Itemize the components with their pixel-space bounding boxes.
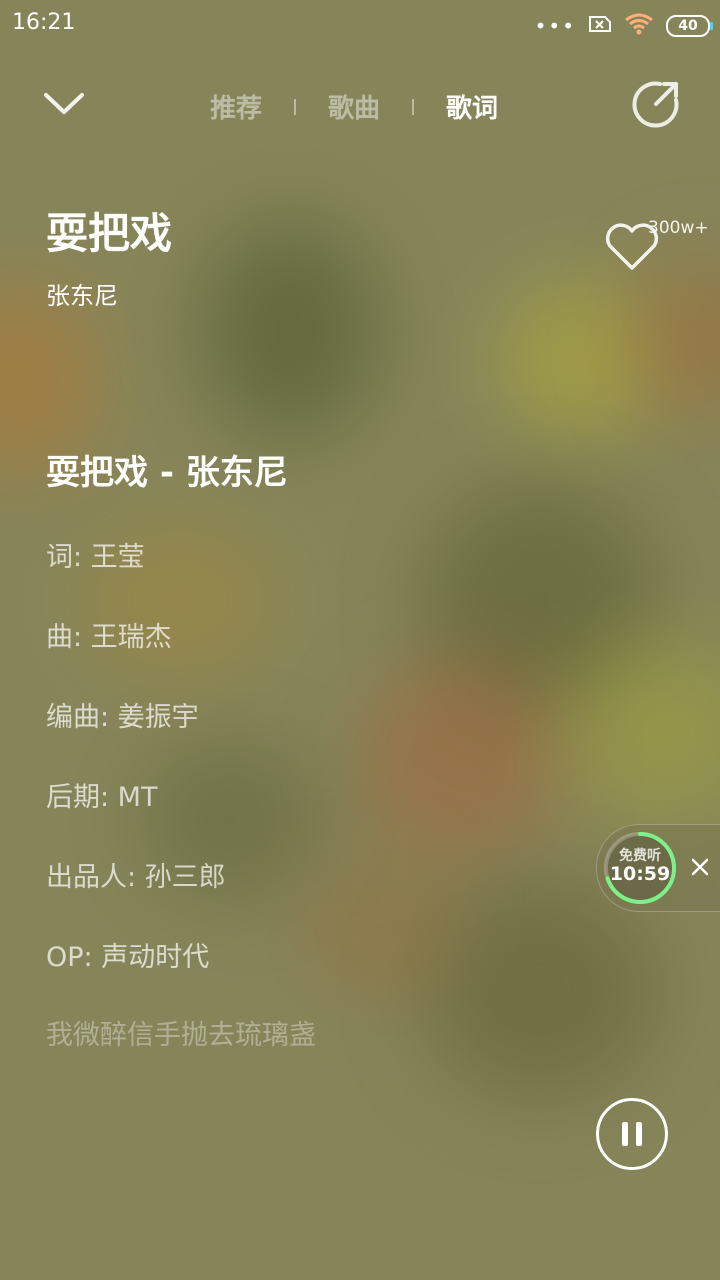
share-icon [632,81,679,128]
lyric-line[interactable]: 我微醉信手抛去琉璃盏 [46,1013,316,1052]
close-icon [691,858,709,876]
tab-lyrics[interactable]: 歌词 [446,88,498,125]
tab-divider [294,98,297,115]
status-icons: ••• 40 [534,12,713,40]
song-artist[interactable]: 张东尼 [46,276,118,311]
sim-error-icon [588,14,612,38]
battery-level: 40 [678,18,698,34]
tab-songs[interactable]: 歌曲 [328,88,380,125]
collapse-button[interactable] [40,84,88,124]
song-title: 耍把戏 [46,209,173,258]
pause-icon [622,1122,642,1146]
favorite-count: 300w+ [648,218,709,238]
lyric-line[interactable]: 后期: MT [46,775,157,814]
lyric-line[interactable]: OP: 声动时代 [46,935,209,974]
tab-recommend[interactable]: 推荐 [210,88,262,125]
share-button[interactable] [630,78,682,130]
lyric-line[interactable]: 曲: 王瑞杰 [46,615,172,654]
battery-icon: 40 [666,15,713,37]
free-listen-label: 免费听 [619,848,661,864]
more-dots-icon: ••• [534,14,576,38]
lyric-line[interactable]: 出品人: 孙三郎 [46,855,226,894]
free-listen-widget[interactable]: 免费听 10:59 [596,824,720,912]
free-listen-close-button[interactable] [687,853,713,881]
wifi-icon [624,12,654,40]
chevron-down-icon [44,93,84,114]
lyrics-heading: 耍把戏 - 张东尼 [46,453,288,493]
free-listen-timer: 10:59 [609,863,671,885]
lyric-line[interactable]: 词: 王莹 [46,535,145,574]
pause-button[interactable] [596,1098,668,1170]
tab-divider [412,98,415,115]
top-nav: 推荐 歌曲 歌词 [0,70,720,140]
tab-bar: 推荐 歌曲 歌词 [210,88,498,125]
status-time: 16:21 [12,10,76,35]
lyric-line[interactable]: 编曲: 姜振宇 [46,695,199,734]
status-bar: 16:21 ••• 40 [0,0,720,52]
